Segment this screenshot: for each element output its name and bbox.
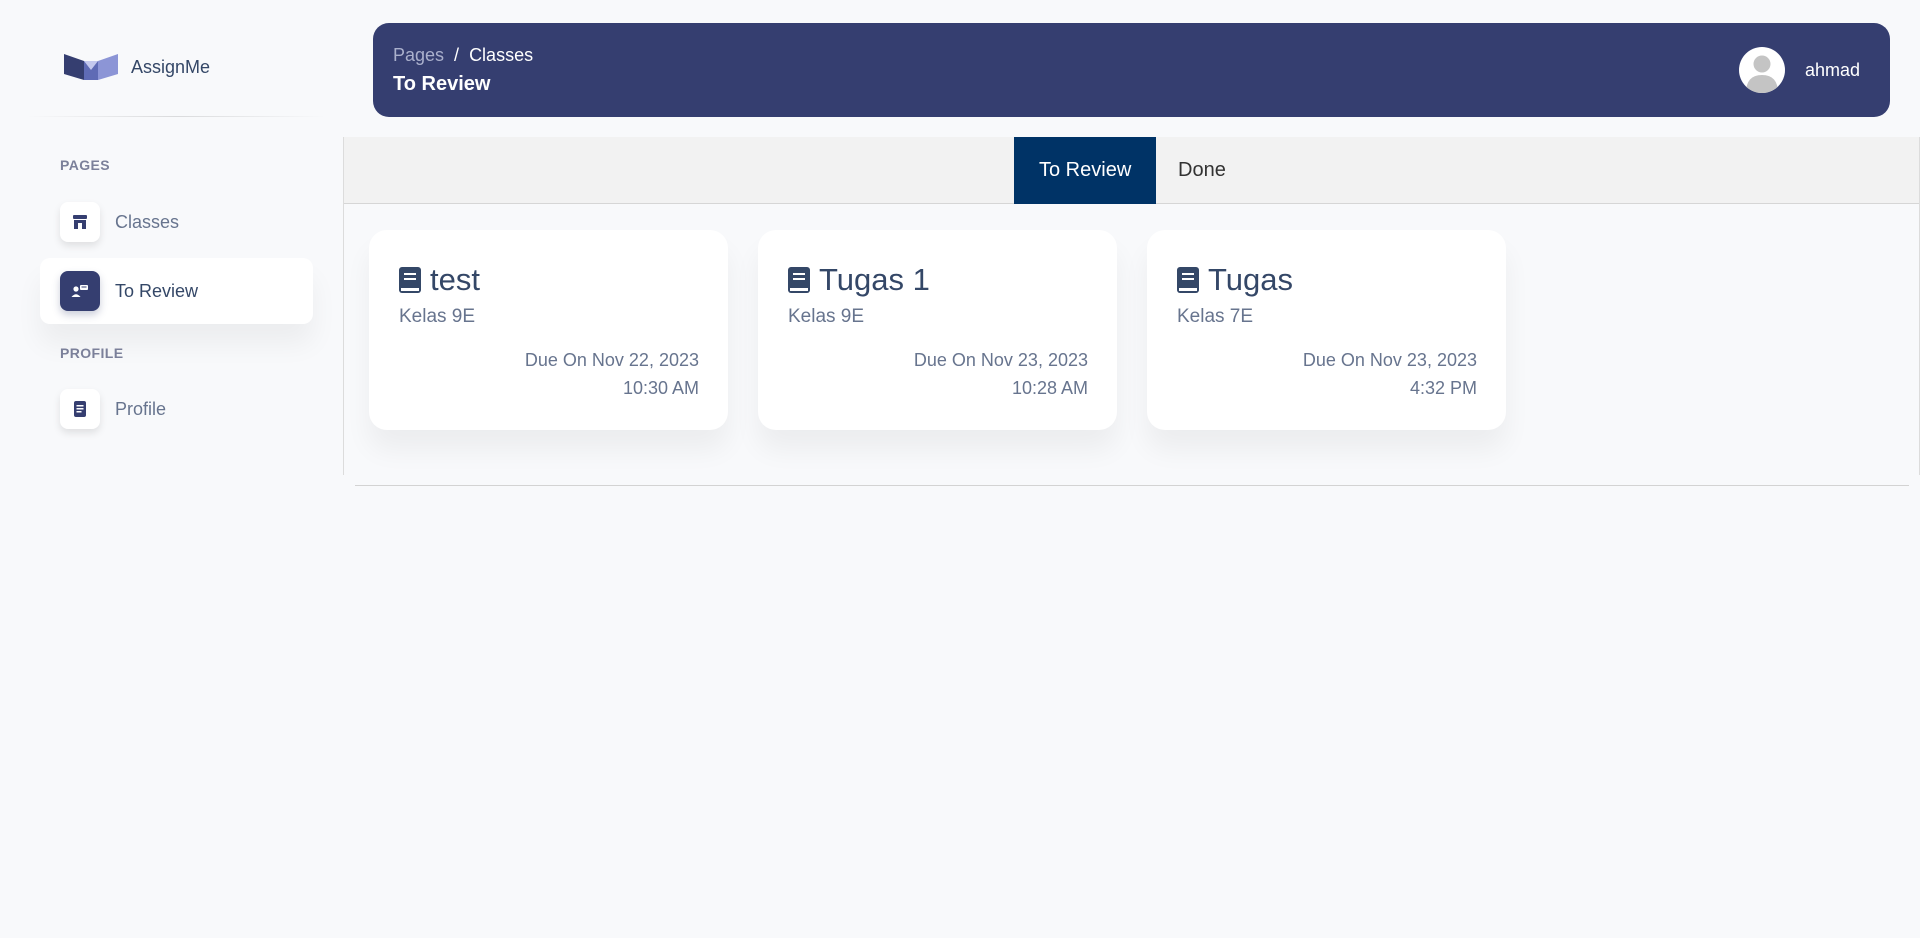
book-icon (1177, 267, 1199, 293)
card-class: Kelas 9E (399, 306, 476, 327)
section-label-pages: PAGES (60, 157, 110, 173)
review-icon (60, 271, 100, 311)
content-divider (355, 485, 1909, 486)
breadcrumb-separator: / (454, 45, 460, 65)
page-title: To Review (393, 73, 491, 95)
card-due: Due On Nov 23, 2023 4:32 PM (1303, 346, 1477, 402)
card-title: Tugas (1177, 262, 1293, 298)
brand-name: AssignMe (131, 56, 211, 77)
user-menu[interactable]: ahmad (1738, 47, 1860, 93)
card-due: Due On Nov 22, 2023 10:30 AM (525, 346, 699, 402)
top-navbar: Pages / Classes To Review ahmad (373, 23, 1890, 117)
assignment-card[interactable]: Tugas Kelas 7E Due On Nov 23, 2023 4:32 … (1147, 230, 1506, 430)
card-due-date: Due On Nov 23, 2023 (913, 350, 1088, 370)
sidebar-item-classes[interactable]: Classes (40, 189, 313, 255)
breadcrumb-current[interactable]: Classes (469, 45, 533, 66)
sidebar-item-label: Classes (115, 211, 180, 232)
card-title: Tugas 1 (788, 262, 930, 298)
card-due: Due On Nov 23, 2023 10:28 AM (914, 346, 1088, 402)
card-due-date: Due On Nov 22, 2023 (524, 350, 699, 370)
card-title-text: test (430, 262, 480, 297)
store-icon (60, 202, 100, 242)
card-title-text: Tugas (1208, 262, 1294, 297)
sidebar-item-profile[interactable]: Profile (40, 376, 313, 442)
assignment-card[interactable]: Tugas 1 Kelas 9E Due On Nov 23, 2023 10:… (758, 230, 1117, 430)
book-icon (399, 267, 421, 293)
card-title-text: Tugas 1 (819, 262, 930, 297)
user-icon (1745, 55, 1778, 93)
assignment-card[interactable]: test Kelas 9E Due On Nov 22, 2023 10:30 … (369, 230, 728, 430)
sidebar-divider (26, 116, 326, 117)
card-due-date: Due On Nov 23, 2023 (1302, 350, 1477, 370)
card-due-time: 10:28 AM (1011, 378, 1088, 398)
sidebar: AssignMe PAGES Classes To Review PROFILE (0, 0, 343, 938)
avatar[interactable] (1738, 47, 1785, 93)
sidebar-item-to-review[interactable]: To Review (40, 258, 313, 324)
card-class: Kelas 7E (1177, 306, 1254, 327)
sidebar-item-label: Profile (115, 398, 167, 419)
section-label-profile: PROFILE (60, 345, 124, 361)
brand-logo-icon (64, 54, 118, 80)
tab-bar: To Review Done (344, 137, 1919, 204)
breadcrumb: Pages / Classes (393, 45, 533, 66)
user-name[interactable]: ahmad (1805, 60, 1860, 81)
card-title: test (399, 262, 480, 298)
card-class: Kelas 9E (788, 306, 865, 327)
tab-done[interactable]: Done (1153, 137, 1251, 204)
document-icon (60, 389, 100, 429)
card-due-time: 10:30 AM (622, 378, 699, 398)
breadcrumb-root[interactable]: Pages (393, 45, 444, 66)
brand[interactable]: AssignMe (64, 52, 210, 82)
sidebar-item-label: To Review (115, 280, 199, 301)
book-icon (788, 267, 810, 293)
tab-to-review[interactable]: To Review (1014, 137, 1157, 204)
card-due-time: 4:32 PM (1409, 378, 1477, 398)
